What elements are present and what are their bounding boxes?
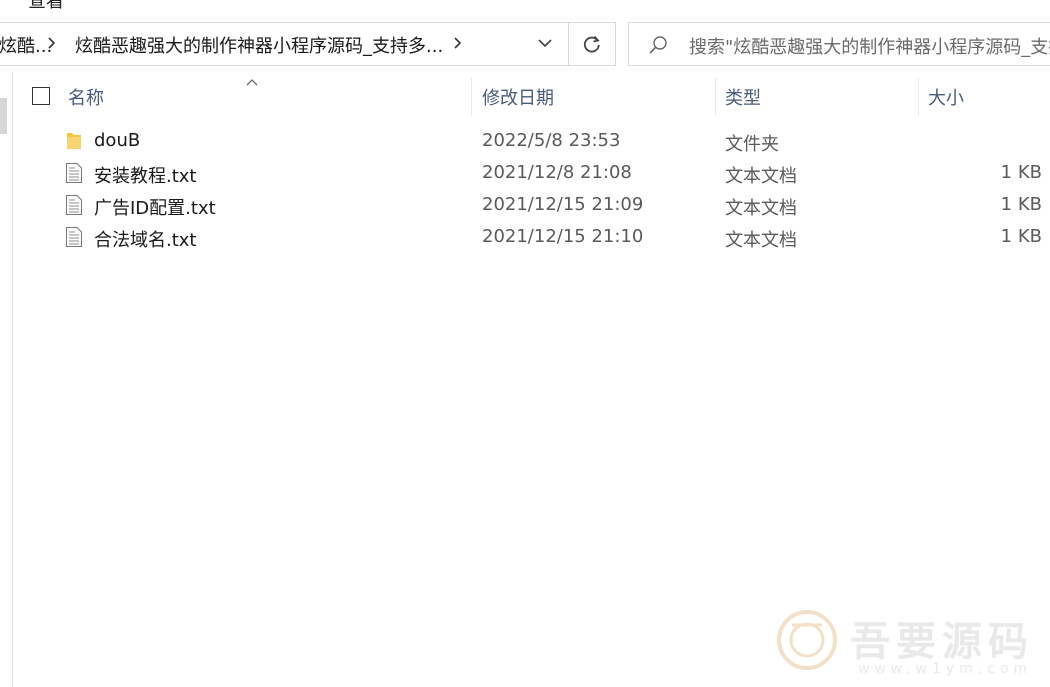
- file-date: 2021/12/15 21:10: [482, 226, 644, 247]
- text-file-icon: [65, 194, 83, 220]
- file-date: 2021/12/8 21:08: [482, 162, 632, 183]
- breadcrumb-current[interactable]: 炫酷恶趣强大的制作神器小程序源码_支持多...: [75, 32, 443, 58]
- menu-strip: 查看: [0, 0, 1050, 14]
- nav-pane-scrollbar[interactable]: [0, 98, 7, 134]
- column-header-name[interactable]: 名称: [68, 84, 104, 110]
- chevron-down-icon[interactable]: [537, 35, 553, 55]
- refresh-button[interactable]: [569, 22, 616, 66]
- file-row[interactable]: 安装教程.txt 2021/12/8 21:08 文本文档 1 KB: [13, 158, 1050, 190]
- address-bar[interactable]: 炫酷... 炫酷恶趣强大的制作神器小程序源码_支持多...: [0, 22, 569, 66]
- column-divider[interactable]: [715, 78, 716, 116]
- breadcrumb-chevron-icon[interactable]: [47, 33, 57, 57]
- search-input[interactable]: 搜索"炫酷恶趣强大的制作神器小程序源码_支持多...": [689, 33, 1050, 59]
- file-type: 文本文档: [725, 198, 797, 219]
- watermark: 吾要源码 www.w1ym.com: [772, 603, 1042, 683]
- file-type: 文件夹: [725, 134, 779, 155]
- refresh-icon: [583, 35, 600, 53]
- view-menu[interactable]: 查看: [28, 0, 64, 13]
- breadcrumb-previous[interactable]: 炫酷...: [0, 32, 52, 58]
- breadcrumb-chevron-icon[interactable]: [453, 33, 463, 57]
- file-name[interactable]: 安装教程.txt: [94, 162, 197, 188]
- file-name[interactable]: douB: [94, 130, 140, 151]
- file-row[interactable]: 合法域名.txt 2021/12/15 21:10 文本文档 1 KB: [13, 222, 1050, 254]
- column-divider[interactable]: [918, 78, 919, 116]
- file-row[interactable]: 广告ID配置.txt 2021/12/15 21:09 文本文档 1 KB: [13, 190, 1050, 222]
- file-row-folder[interactable]: douB 2022/5/8 23:53 文件夹: [13, 126, 1050, 158]
- watermark-logo-icon: [772, 605, 842, 679]
- search-icon: [647, 34, 669, 60]
- column-header-date[interactable]: 修改日期: [482, 84, 554, 110]
- file-name[interactable]: 合法域名.txt: [94, 226, 197, 252]
- search-box[interactable]: 搜索"炫酷恶趣强大的制作神器小程序源码_支持多...": [628, 22, 1050, 66]
- watermark-url: www.w1ym.com: [858, 661, 1033, 677]
- file-size: 1 KB: [1000, 194, 1042, 215]
- file-date: 2022/5/8 23:53: [482, 130, 621, 151]
- file-date: 2021/12/15 21:09: [482, 194, 644, 215]
- sort-up-icon: [245, 72, 259, 91]
- column-header-size[interactable]: 大小: [928, 84, 964, 110]
- file-size: 1 KB: [1000, 162, 1042, 183]
- file-type: 文本文档: [725, 166, 797, 187]
- text-file-icon: [65, 226, 83, 252]
- file-type: 文本文档: [725, 230, 797, 251]
- file-name[interactable]: 广告ID配置.txt: [94, 194, 216, 220]
- column-header-row: 名称 修改日期 类型 大小: [13, 72, 1050, 120]
- watermark-title: 吾要源码: [850, 618, 1034, 665]
- file-size: 1 KB: [1000, 226, 1042, 247]
- text-file-icon: [65, 162, 83, 188]
- select-all-checkbox[interactable]: [32, 87, 50, 105]
- column-header-type[interactable]: 类型: [725, 84, 761, 110]
- column-divider[interactable]: [471, 78, 472, 116]
- folder-icon: [65, 130, 83, 156]
